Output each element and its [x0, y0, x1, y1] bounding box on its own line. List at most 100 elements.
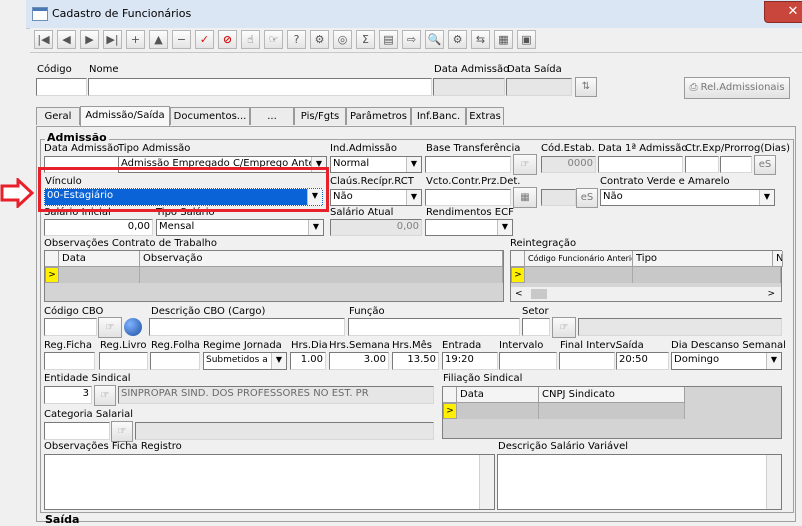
tools-icon[interactable]: ⚙ — [448, 30, 467, 49]
reg-folha-field[interactable] — [150, 352, 200, 370]
entidade-sindical-code[interactable]: 3 — [44, 386, 92, 404]
vcto-contr-label: Vcto.Contr.Prz.Det. — [426, 176, 521, 187]
intervalo-label: Intervalo — [499, 340, 544, 351]
tab-geral[interactable]: Geral — [36, 107, 80, 125]
calendar-icon[interactable]: ▦ — [513, 187, 537, 208]
hrs-mes-field[interactable]: 13.50 — [392, 352, 439, 370]
lookup-icon[interactable]: ☞ — [94, 385, 116, 406]
row-marker-icon: > — [443, 403, 457, 419]
tipo-salario-select[interactable]: Mensal ▼ — [156, 219, 324, 236]
hrs-dia-field[interactable]: 1.00 — [290, 352, 326, 370]
table-cell — [59, 267, 140, 283]
regime-jornada-select[interactable]: Submetidos a H ▼ — [203, 352, 287, 370]
remove-button[interactable]: − — [172, 30, 191, 49]
categoria-salarial-code[interactable] — [44, 422, 110, 440]
entrada-field[interactable]: 19:20 — [442, 352, 498, 370]
search-icon[interactable]: 🔍 — [425, 30, 444, 49]
settings-icon[interactable]: ⚙ — [310, 30, 329, 49]
tab-documentos[interactable]: Documentos... — [170, 107, 250, 125]
filiacao-col-data: Data — [457, 387, 539, 403]
chevron-down-icon: ▼ — [766, 353, 781, 369]
calculator-icon[interactable]: ▦ — [494, 30, 513, 49]
transfer-icon[interactable]: ⇆ — [471, 30, 490, 49]
ind-admissao-select[interactable]: Normal ▼ — [330, 156, 422, 173]
lookup-icon[interactable]: ☞ — [111, 421, 133, 442]
confirm-icon[interactable]: ✓ — [195, 30, 214, 49]
setor-label: Setor — [522, 306, 549, 317]
es-button[interactable]: eS — [754, 155, 776, 175]
base-transferencia-field[interactable] — [425, 156, 511, 173]
table-cell — [140, 267, 503, 283]
saida-field[interactable]: 20:50 — [616, 352, 669, 370]
lookup-icon[interactable]: ☞ — [513, 154, 537, 175]
grid-corner — [443, 387, 457, 403]
report-icon[interactable]: ▤ — [379, 30, 398, 49]
claus-recipr-select[interactable]: Não ▼ — [330, 189, 422, 206]
codigo-cbo-field[interactable] — [44, 318, 97, 336]
ctr-exp-field-2[interactable] — [720, 156, 752, 173]
descricao-cbo-field[interactable] — [149, 318, 345, 336]
codigo-field[interactable] — [36, 78, 87, 96]
globe-icon[interactable] — [124, 318, 142, 336]
window-icon[interactable]: ▣ — [517, 30, 536, 49]
data-1-admissao-field[interactable] — [598, 156, 683, 173]
row-marker-icon: > — [511, 267, 525, 283]
nome-field[interactable] — [88, 78, 432, 96]
tab-admissao-saida[interactable]: Admissão/Saída — [80, 106, 170, 126]
add-button[interactable]: + — [126, 30, 145, 49]
first-record-button[interactable]: |◀ — [34, 30, 53, 49]
salario-atual-field: 0,00 — [330, 219, 422, 236]
tab-more[interactable]: ... — [250, 107, 294, 125]
final-interv-field[interactable] — [559, 352, 615, 370]
tab-extras[interactable]: Extras — [466, 107, 504, 125]
tab-pis-fgts[interactable]: Pis/Fgts — [294, 107, 346, 125]
reg-ficha-field[interactable] — [44, 352, 95, 370]
sum-icon[interactable]: Σ — [356, 30, 375, 49]
vertical-scrollbar[interactable] — [766, 455, 781, 509]
pointer-icon[interactable]: ☞ — [264, 30, 283, 49]
last-record-button[interactable]: ▶| — [103, 30, 122, 49]
up-button[interactable]: ▲ — [149, 30, 168, 49]
toolbar: |◀ ◀ ▶ ▶| + ▲ − ✓ ⊘ ☝ ☞ ? ⚙ ◎ Σ ▤ ⇨ 🔍 ⚙ … — [30, 28, 802, 53]
target-icon[interactable]: ◎ — [333, 30, 352, 49]
contrato-verde-select[interactable]: Não ▼ — [600, 189, 775, 206]
hand-icon[interactable]: ☝ — [241, 30, 260, 49]
salario-inicial-field[interactable]: 0,00 — [44, 219, 153, 236]
vcto-contr-field[interactable] — [425, 189, 511, 206]
hrs-semana-label: Hrs.Semana — [329, 340, 390, 351]
intervalo-field[interactable] — [499, 352, 557, 370]
reg-livro-field[interactable] — [99, 352, 148, 370]
rendimentos-ecf-select[interactable]: ▼ — [425, 219, 513, 236]
es-button-2[interactable]: eS — [576, 188, 598, 208]
help-icon[interactable]: ? — [287, 30, 306, 49]
filiacao-grid[interactable]: Data CNPJ Sindicato > — [442, 386, 782, 439]
cancel-icon[interactable]: ⊘ — [218, 30, 237, 49]
obs-contrato-grid[interactable]: Data Observação > — [44, 250, 504, 302]
desc-salario-var-memo[interactable] — [497, 454, 782, 510]
tab-inf-banc[interactable]: Inf.Banc. — [411, 107, 466, 125]
tab-parametros[interactable]: Parâmetros — [346, 107, 411, 125]
rel-admissionais-button[interactable]: ⎙ Rel.Admissionais — [684, 77, 790, 99]
sort-icon[interactable]: ⇅ — [575, 77, 597, 97]
row-marker-icon: > — [45, 267, 59, 283]
funcao-field[interactable] — [348, 318, 520, 336]
header-data-saida-field — [506, 78, 572, 96]
hrs-semana-field[interactable]: 3.00 — [329, 352, 389, 370]
obs-col-data: Data — [59, 251, 140, 267]
next-record-button[interactable]: ▶ — [80, 30, 99, 49]
prev-record-button[interactable]: ◀ — [57, 30, 76, 49]
lookup-icon[interactable]: ☞ — [98, 317, 122, 338]
lookup-icon[interactable]: ☞ — [552, 317, 576, 338]
dia-descanso-select[interactable]: Domingo ▼ — [671, 352, 782, 370]
tipo-salario-value: Mensal — [159, 221, 195, 232]
obs-ficha-memo[interactable] — [44, 454, 495, 510]
ctr-exp-field-1[interactable] — [685, 156, 719, 173]
reintegracao-grid[interactable]: Código Funcionário Anterior Tipo N > < > — [510, 250, 783, 302]
filiacao-label: Filiação Sindical — [443, 373, 523, 384]
export-icon[interactable]: ⇨ — [402, 30, 421, 49]
setor-code-field[interactable] — [522, 318, 550, 336]
close-button[interactable]: ✕ — [764, 1, 802, 23]
highlight-box — [38, 167, 329, 212]
vertical-scrollbar[interactable] — [479, 455, 494, 509]
horizontal-scrollbar[interactable]: < > — [511, 287, 781, 301]
